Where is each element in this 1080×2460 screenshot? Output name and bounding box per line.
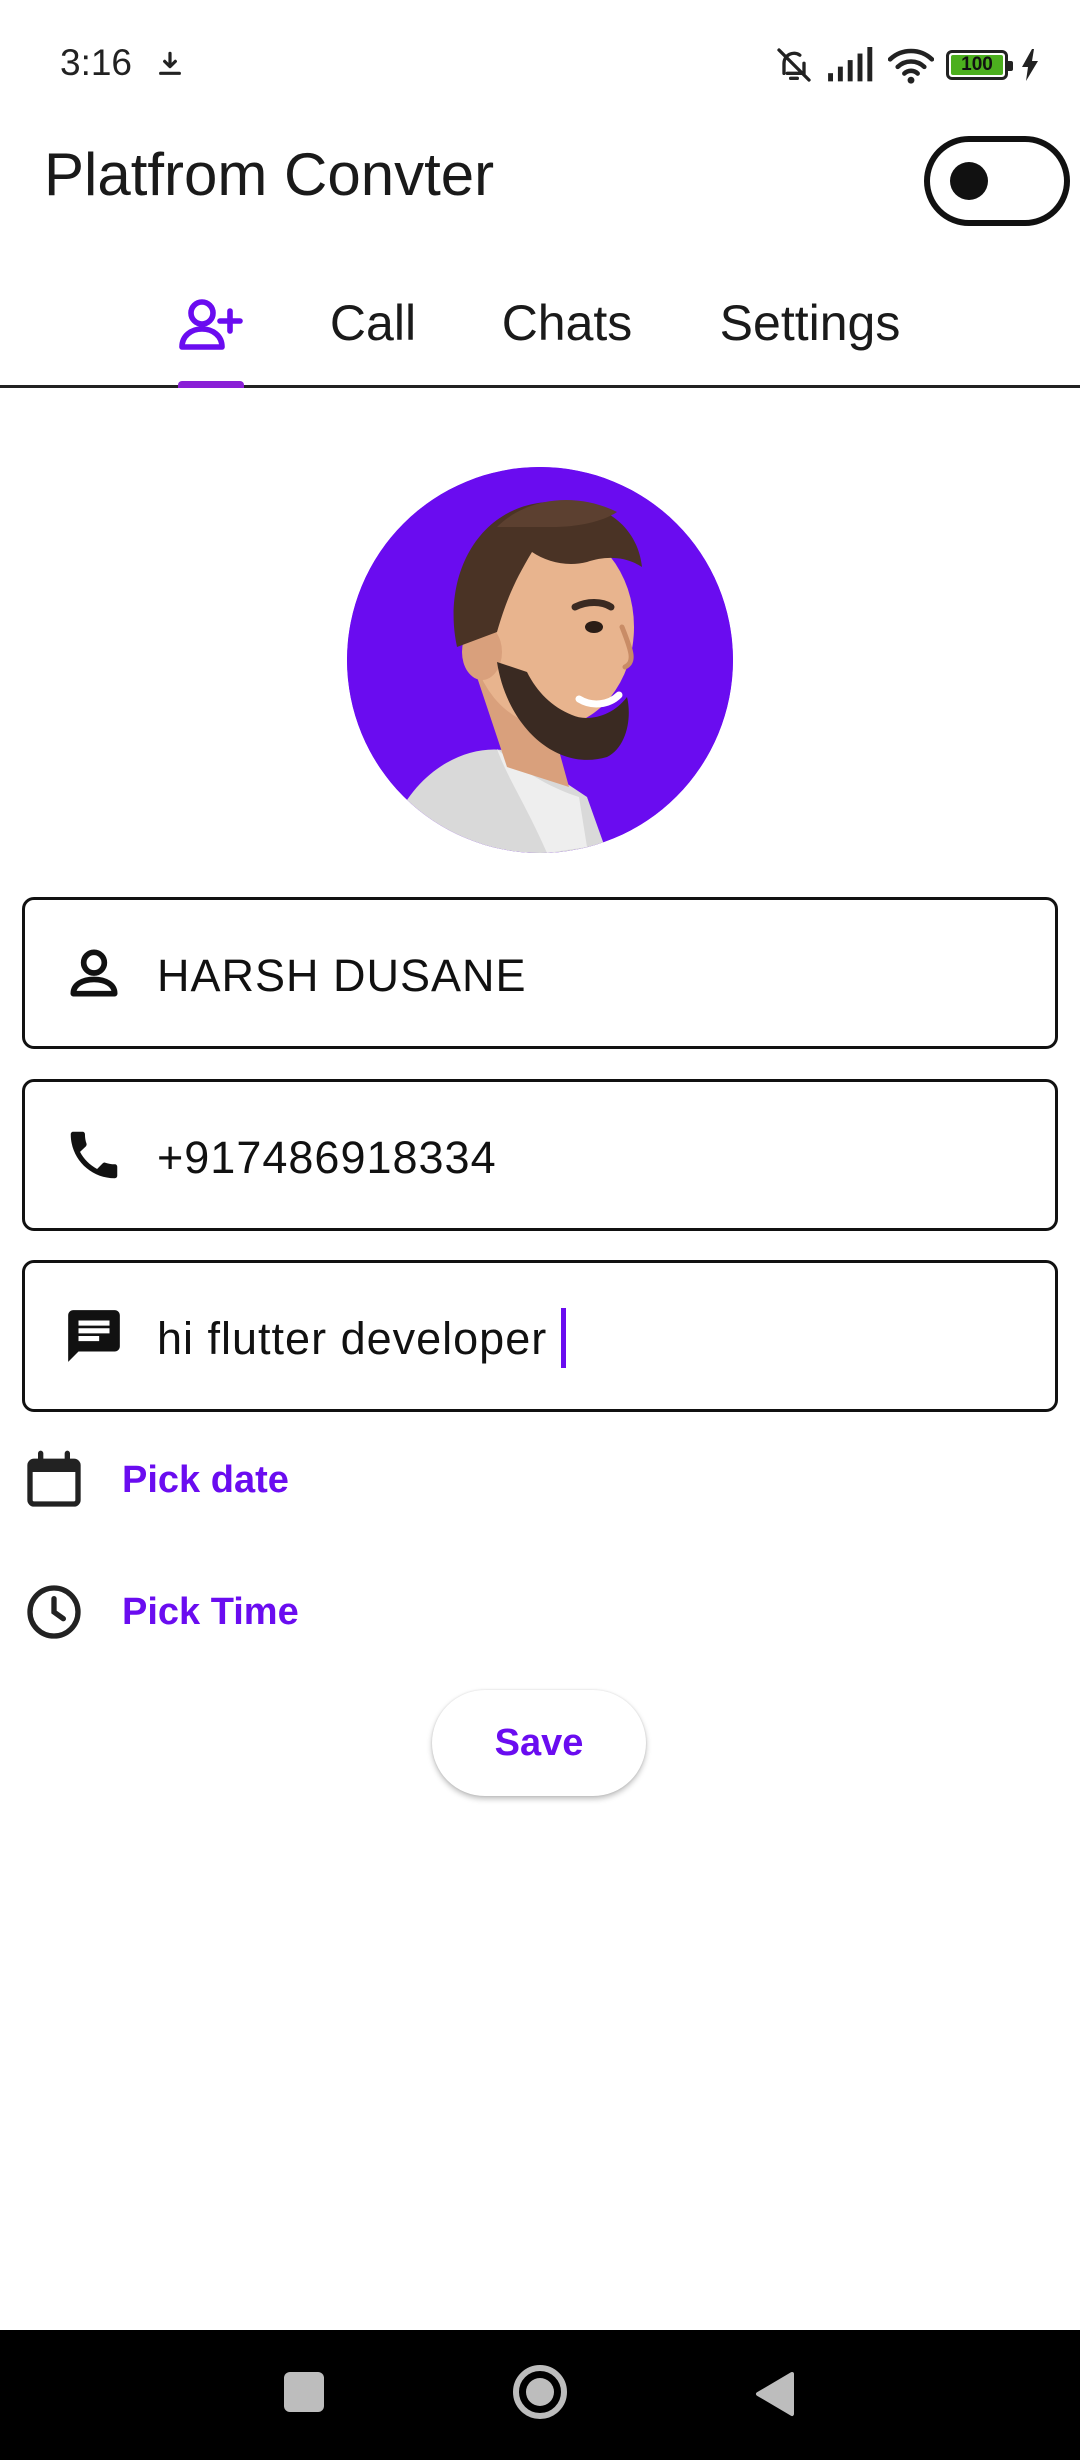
battery-icon: 100 (946, 50, 1013, 80)
back-button[interactable] (752, 2370, 796, 2418)
chat-field[interactable]: hi flutter developer (22, 1260, 1058, 1412)
download-icon (159, 51, 181, 75)
name-value: HARSH DUSANE (157, 950, 527, 1001)
battery-level: 100 (951, 54, 1003, 75)
recents-button[interactable] (284, 2372, 324, 2412)
clock-icon (27, 1585, 81, 1639)
profile-avatar-illustration (347, 467, 733, 853)
tab-add-contact[interactable] (162, 260, 260, 385)
add-person-icon (179, 298, 243, 350)
theme-switch[interactable] (924, 136, 1070, 226)
tab-indicator (178, 381, 244, 388)
phone-field[interactable]: +917486918334 (22, 1079, 1058, 1231)
tab-chats[interactable]: Chats (494, 260, 640, 385)
wifi-icon (888, 48, 934, 84)
tab-settings[interactable]: Settings (712, 260, 908, 385)
system-nav-bar (0, 2330, 1080, 2460)
name-field[interactable]: HARSH DUSANE (22, 897, 1058, 1049)
chat-value-wrap: hi flutter developer (157, 1308, 567, 1369)
pick-time-row[interactable]: Pick Time (22, 1572, 299, 1652)
pick-date-row[interactable]: Pick date (22, 1440, 289, 1520)
person-icon (70, 949, 118, 997)
pick-time-button[interactable]: Pick Time (122, 1591, 299, 1634)
phone-icon (70, 1131, 118, 1179)
tab-call[interactable]: Call (318, 260, 428, 385)
text-caret (561, 1308, 567, 1369)
pick-date-button[interactable]: Pick date (122, 1459, 289, 1502)
avatar[interactable] (347, 467, 733, 853)
mute-bell-icon (777, 48, 811, 82)
tab-bar: Call Chats Settings (0, 260, 1080, 388)
chat-icon (68, 1310, 120, 1362)
home-button[interactable] (512, 2364, 568, 2420)
signal-icon (828, 47, 873, 82)
phone-value: +917486918334 (157, 1132, 497, 1183)
status-icons: 100 (774, 40, 1040, 90)
chat-value: hi flutter developer (157, 1313, 548, 1364)
charging-bolt-icon (1022, 49, 1038, 81)
status-time: 3:16 (60, 42, 133, 83)
calendar-icon (27, 1450, 81, 1507)
switch-knob (950, 162, 988, 200)
app-title: Platfrom Convter (44, 141, 495, 208)
save-button[interactable]: Save (432, 1690, 646, 1796)
